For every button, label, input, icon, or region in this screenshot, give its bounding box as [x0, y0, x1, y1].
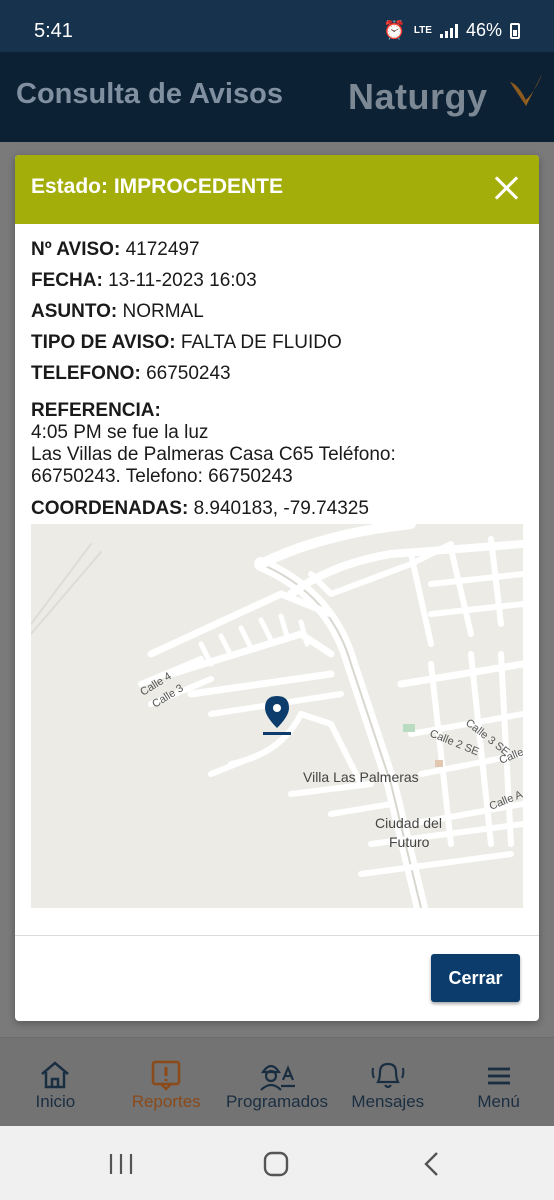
- field-label: ASUNTO:: [31, 301, 118, 322]
- field-label: Nº AVISO:: [31, 239, 121, 260]
- location-map[interactable]: Calle 4 Calle 3 Calle 2 SE Calle 3 SE Ca…: [31, 524, 523, 908]
- signal-icon: [439, 23, 458, 38]
- field-value: FALTA DE FLUIDO: [180, 332, 342, 353]
- field-asunto: ASUNTO: NORMAL: [31, 299, 523, 330]
- field-fecha: FECHA: 13-11-2023 16:03: [31, 268, 523, 299]
- field-label: FECHA:: [31, 270, 103, 291]
- app-header: Consulta de Avisos Naturgy: [0, 52, 554, 142]
- referencia-text: 4:05 PM se fue la luz Las Villas de Palm…: [31, 422, 396, 487]
- field-aviso: Nº AVISO: 4172497: [31, 237, 523, 268]
- home-button-icon[interactable]: [262, 1150, 290, 1178]
- field-label: TIPO DE AVISO:: [31, 332, 176, 353]
- aviso-details: Nº AVISO: 4172497 FECHA: 13-11-2023 16:0…: [31, 237, 523, 527]
- map-label-villa: Villa Las Palmeras: [303, 769, 419, 785]
- page-title: Consulta de Avisos: [16, 78, 283, 110]
- alarm-icon: ⏰: [383, 20, 406, 40]
- butterfly-logo-icon: [510, 74, 542, 106]
- dialog-divider: [15, 935, 539, 936]
- field-value: 13-11-2023 16:03: [108, 270, 257, 291]
- menu-icon: [487, 1067, 510, 1085]
- report-icon: [151, 1060, 181, 1091]
- nav-label: Programados: [225, 1092, 329, 1111]
- status-icons: ⏰ LTE 46%: [383, 20, 520, 41]
- status-bar: 5:41 ⏰ LTE 46%: [0, 0, 554, 52]
- nav-inicio[interactable]: Inicio: [0, 1038, 111, 1126]
- location-pin-icon[interactable]: [263, 696, 291, 735]
- close-button[interactable]: Cerrar: [431, 954, 520, 1002]
- map-canvas: Calle 4 Calle 3 Calle 2 SE Calle 3 SE Ca…: [31, 524, 523, 908]
- field-label: COORDENADAS:: [31, 498, 189, 519]
- nav-label: Reportes: [131, 1092, 201, 1111]
- back-icon[interactable]: [422, 1150, 442, 1178]
- close-icon[interactable]: [493, 175, 519, 201]
- bottom-nav: Inicio Reportes Programados Mensajes Men…: [0, 1038, 554, 1126]
- worker-icon: [260, 1064, 295, 1091]
- system-nav-bar: [0, 1126, 554, 1200]
- field-label: REFERENCIA:: [31, 400, 161, 421]
- field-label: TELEFONO:: [31, 363, 141, 384]
- nav-reportes[interactable]: Reportes: [111, 1038, 222, 1126]
- nav-mensajes[interactable]: Mensajes: [332, 1038, 443, 1126]
- nav-label: Mensajes: [351, 1092, 425, 1111]
- field-value: 66750243: [146, 363, 231, 384]
- nav-menu[interactable]: Menú: [443, 1038, 554, 1126]
- map-label-ciudad-1: Ciudad del: [375, 815, 442, 831]
- status-time: 5:41: [34, 20, 73, 42]
- field-coordenadas: COORDENADAS: 8.940183, -79.74325: [31, 496, 523, 527]
- nav-programados[interactable]: Programados: [222, 1038, 333, 1126]
- field-referencia: REFERENCIA: 4:05 PM se fue la luz Las Vi…: [31, 400, 523, 488]
- aviso-detail-dialog: Estado: IMPROCEDENTE Nº AVISO: 4172497 F…: [15, 155, 539, 1021]
- dialog-title: Estado: IMPROCEDENTE: [31, 175, 284, 198]
- home-icon: [41, 1061, 70, 1089]
- battery-level: 46%: [465, 20, 502, 40]
- bell-icon: [371, 1062, 405, 1089]
- field-telefono: TELEFONO: 66750243: [31, 361, 523, 392]
- dialog-header: Estado: IMPROCEDENTE: [15, 155, 539, 224]
- field-value: 8.940183, -79.74325: [193, 498, 369, 519]
- nav-label: Inicio: [35, 1092, 76, 1111]
- map-label-ciudad-2: Futuro: [389, 834, 430, 850]
- field-value: NORMAL: [122, 301, 204, 322]
- battery-icon: [510, 22, 520, 39]
- recents-icon[interactable]: [108, 1152, 134, 1176]
- field-tipo: TIPO DE AVISO: FALTA DE FLUIDO: [31, 330, 523, 361]
- network-type: LTE: [413, 24, 432, 36]
- nav-label: Menú: [477, 1092, 520, 1111]
- field-value: 4172497: [125, 239, 200, 260]
- brand-logo: Naturgy: [348, 76, 488, 117]
